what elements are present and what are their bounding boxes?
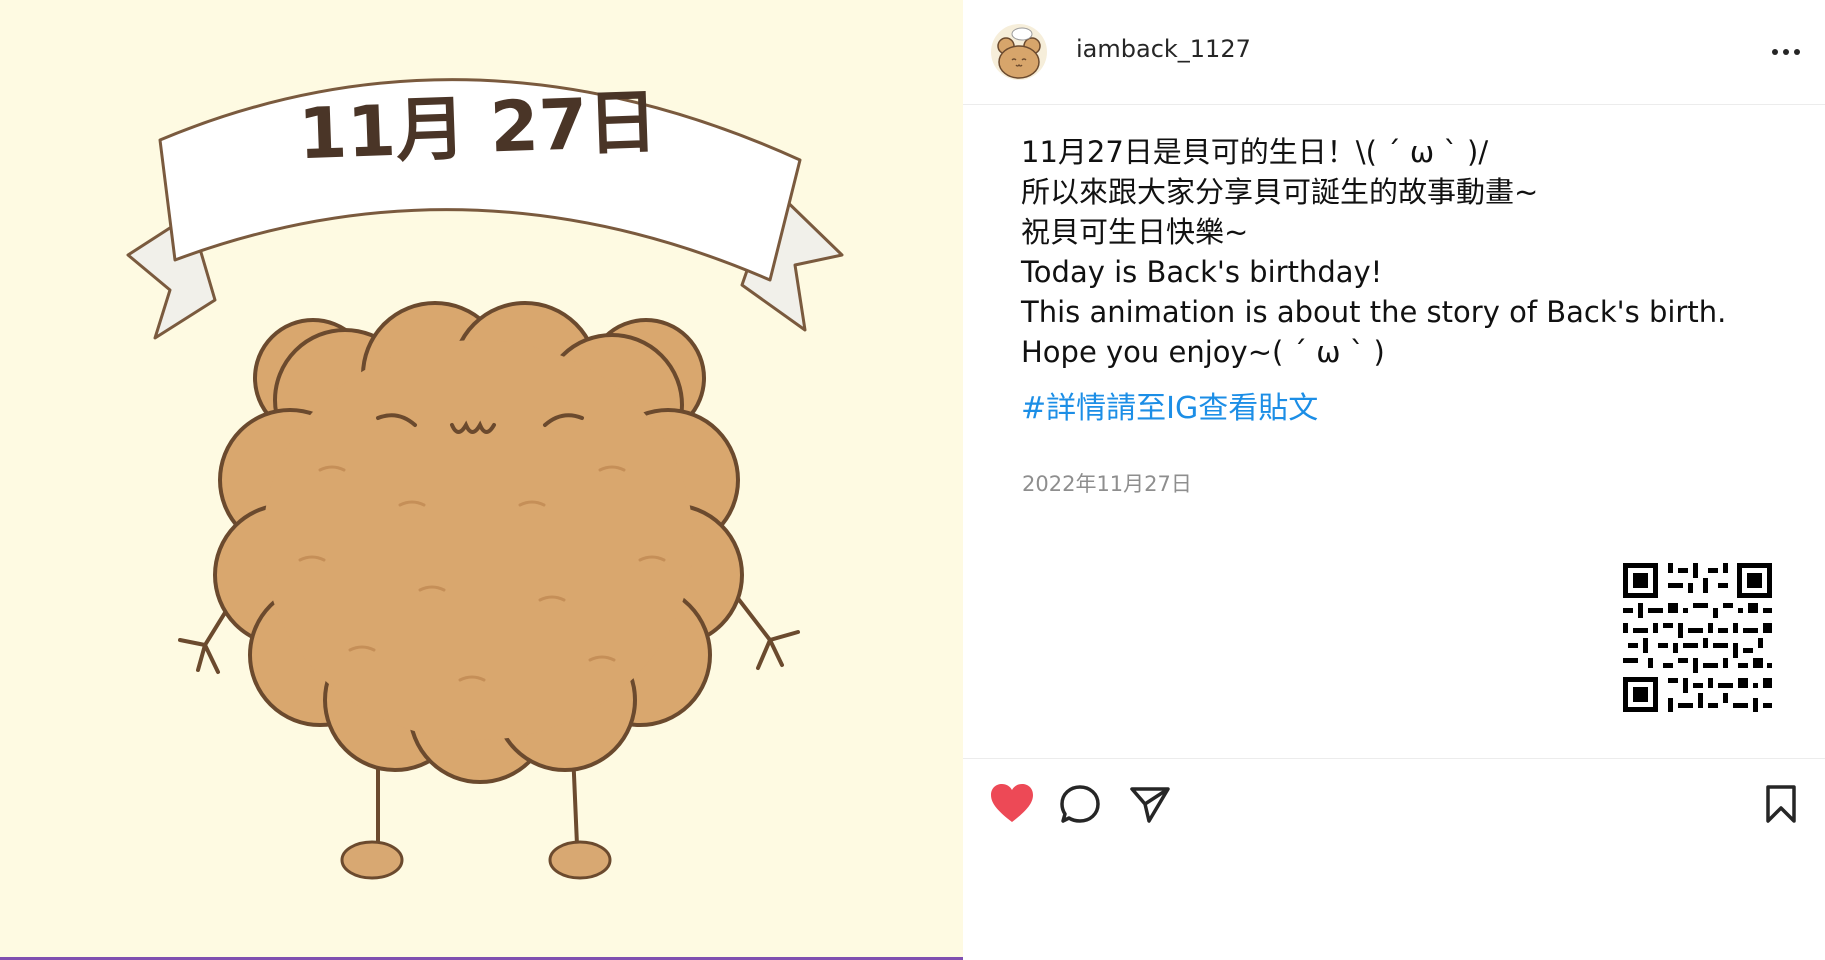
qr-code <box>1623 563 1772 712</box>
comment-icon[interactable] <box>1059 784 1103 826</box>
caption-line: This animation is about the story of Bac… <box>1021 295 1727 329</box>
caption-line: 所以來跟大家分享貝可誕生的故事動畫~ <box>1021 175 1539 209</box>
banner-date-text: 11月 27日 <box>297 81 659 175</box>
bear-avatar-icon[interactable] <box>991 24 1047 80</box>
post-header: iamback_1127 <box>963 0 1825 105</box>
caption-line: Today is Back's birthday! <box>1021 255 1383 289</box>
bear-illustration: 11月 27日 <box>126 78 844 880</box>
caption-line: 11月27日是貝可的生日！\( ´ ω ` )/ <box>1021 135 1489 169</box>
caption-line: Hope you enjoy~( ´ ω ` ) <box>1021 335 1385 369</box>
heart-filled-icon[interactable] <box>989 782 1035 824</box>
caption-line: 祝貝可生日快樂~ <box>1021 215 1249 249</box>
post-image: 11月 27日 <box>0 0 963 960</box>
actions-divider <box>963 758 1825 759</box>
more-options-icon[interactable] <box>1766 28 1806 74</box>
share-icon[interactable] <box>1129 784 1171 824</box>
post-date: 2022年11月27日 <box>1022 472 1192 496</box>
bookmark-icon[interactable] <box>1763 784 1799 824</box>
post-side-panel: iamback_1127 11月27日是貝可的生日！\( ´ ω ` )/ 所以… <box>963 0 1825 960</box>
post-caption: 11月27日是貝可的生日！\( ´ ω ` )/ 所以來跟大家分享貝可誕生的故事… <box>1021 132 1821 372</box>
username[interactable]: iamback_1127 <box>1076 35 1251 63</box>
hashtag-link[interactable]: #詳情請至IG查看貼文 <box>1021 389 1318 429</box>
